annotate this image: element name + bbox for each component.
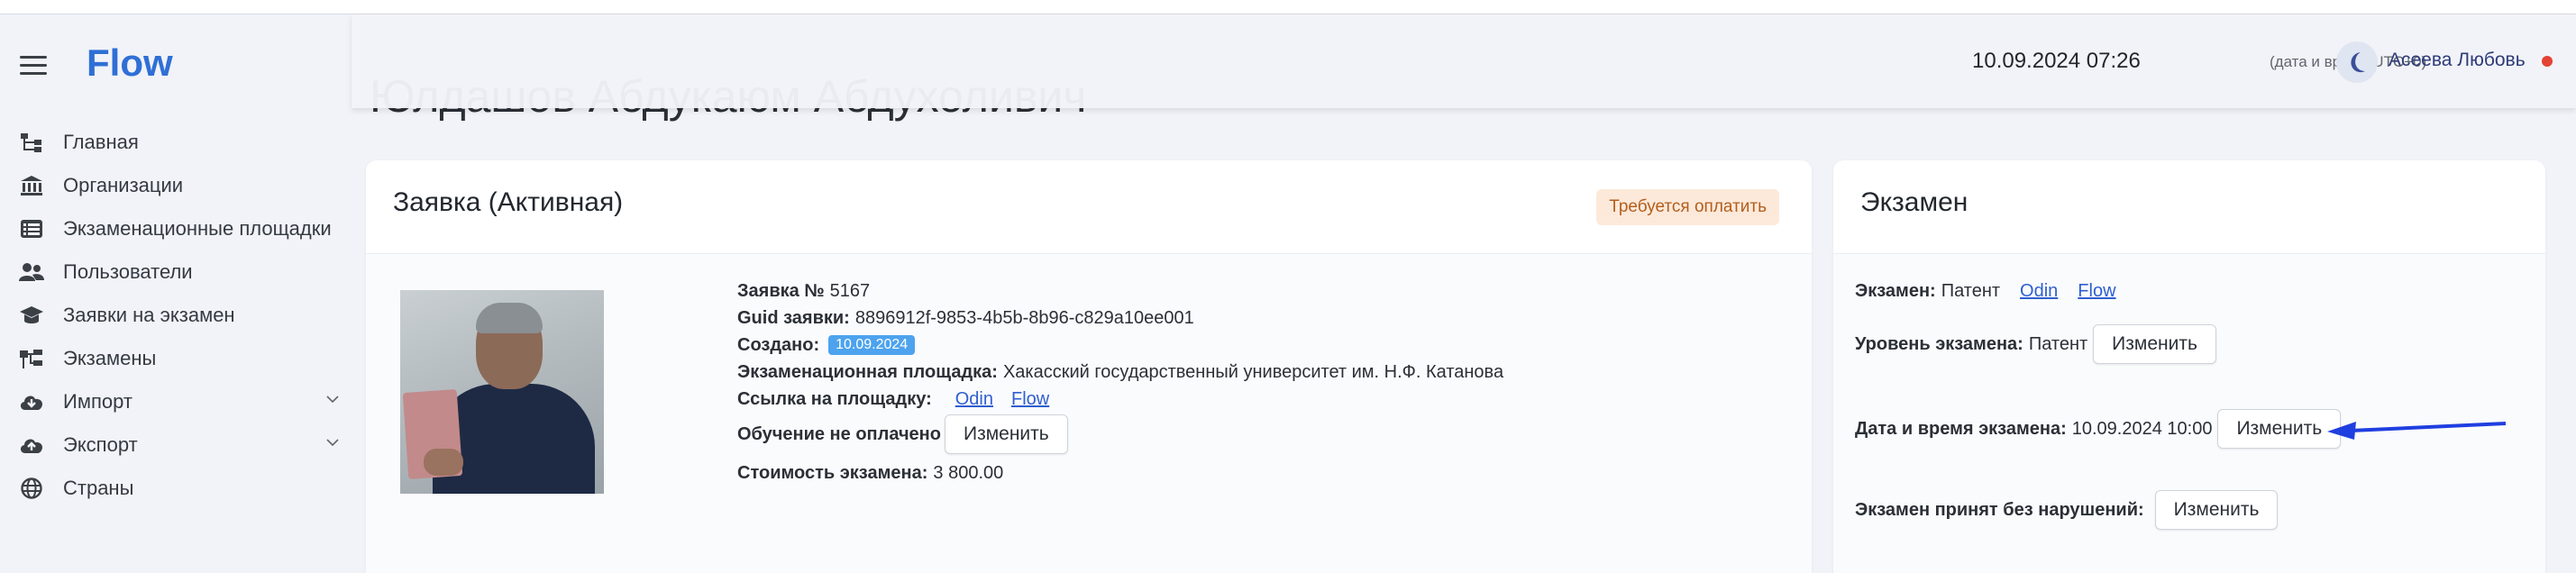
- sidebar-item-organizations[interactable]: Организации: [16, 164, 350, 207]
- label: Обучение не оплачено: [737, 423, 941, 444]
- cost-value: 3 800.00: [933, 462, 1004, 483]
- exam-site-row: Экзаменационная площадка: Хакасский госу…: [737, 359, 1503, 386]
- annotation-arrow-icon: [2327, 422, 2507, 440]
- sidebar-item-import[interactable]: Импорт: [16, 380, 350, 423]
- label: Создано:: [737, 334, 820, 355]
- change-level-button[interactable]: Изменить: [2093, 324, 2216, 364]
- label: Экзамен принят без нарушений:: [1855, 499, 2144, 520]
- exam-value: Патент: [1941, 281, 2001, 301]
- application-number: 5167: [829, 280, 871, 301]
- exam-datetime-row: Дата и время экзамена: 10.09.2024 10:00 …: [1855, 409, 2342, 449]
- application-info: Заявка № 5167 Guid заявки: 8896912f-9853…: [737, 277, 1503, 487]
- sidebar-item-exam-sites[interactable]: Экзаменационные площадки: [16, 207, 350, 250]
- window-top-strip: [0, 0, 2576, 14]
- label: Заявка №: [737, 280, 825, 301]
- exam-card-header: Экзамен: [1833, 160, 2545, 254]
- guid-row: Guid заявки: 8896912f-9853-4b5b-8b96-c82…: [737, 305, 1503, 332]
- exam-datetime-value: 10.09.2024 10:00: [2071, 418, 2213, 439]
- label: Ссылка на площадку:: [737, 388, 932, 409]
- exam-site-value: Хакасский государственный университет им…: [1002, 361, 1504, 382]
- created-date-badge: 10.09.2024: [828, 335, 916, 355]
- moon-icon: [2351, 52, 2365, 73]
- cloud-download-icon: [16, 390, 47, 414]
- sidebar-nav: Главная Организации Экзаменационные площ…: [16, 121, 350, 510]
- cost-row: Стоимость экзамена: 3 800.00: [737, 459, 1503, 487]
- sidebar-item-label: Организации: [63, 174, 184, 196]
- sidebar-item-users[interactable]: Пользователи: [16, 250, 350, 294]
- sidebar-item-label: Заявки на экзамен: [63, 304, 235, 326]
- sidebar-item-label: Экзаменационные площадки: [63, 217, 332, 240]
- sidebar-item-label: Пользователи: [63, 260, 193, 283]
- bank-icon: [16, 174, 47, 197]
- sidebar: Flow Главная Организации Экзаменационные…: [0, 14, 352, 573]
- app-logo[interactable]: Flow: [87, 41, 173, 85]
- sidebar-item-label: Главная: [63, 131, 139, 153]
- current-datetime: 10.09.2024 07:26: [1972, 49, 2141, 73]
- flow-link[interactable]: Flow: [1011, 389, 1049, 410]
- guid-value: 8896912f-9853-4b5b-8b96-c829a10ee001: [854, 307, 1194, 328]
- application-card: Заявка (Активная) Требуется оплатить Зая…: [366, 160, 1812, 573]
- top-header: 10.09.2024 07:26 (дата и время UTC+0) Ас…: [352, 14, 2576, 108]
- menu-icon[interactable]: [20, 56, 47, 76]
- change-accepted-button[interactable]: Изменить: [2154, 490, 2279, 530]
- sidebar-item-exams[interactable]: Экзамены: [16, 337, 350, 380]
- change-training-button[interactable]: Изменить: [944, 414, 1068, 454]
- theme-toggle-button[interactable]: [2336, 41, 2378, 83]
- user-name[interactable]: Асеева Любовь: [2389, 50, 2526, 71]
- training-row: Обучение не оплачено Изменить: [737, 413, 1503, 456]
- list-icon: [16, 217, 47, 241]
- exam-row: Экзамен: Патент Odin Flow: [1855, 281, 2116, 302]
- sidebar-item-label: Экспорт: [63, 433, 138, 456]
- flow-link[interactable]: Flow: [2078, 281, 2115, 302]
- sidebar-item-home[interactable]: Главная: [16, 121, 350, 164]
- change-datetime-button[interactable]: Изменить: [2217, 409, 2342, 449]
- label: Стоимость экзамена:: [737, 462, 928, 483]
- application-number-row: Заявка № 5167: [737, 277, 1503, 305]
- sidebar-item-label: Страны: [63, 477, 134, 499]
- sitemap-icon: [16, 347, 47, 370]
- graduation-icon: [16, 304, 47, 327]
- sidebar-item-label: Импорт: [63, 390, 132, 413]
- status-dot: [2542, 56, 2553, 67]
- odin-link[interactable]: Odin: [2020, 281, 2058, 302]
- status-badge: Требуется оплатить: [1596, 189, 1779, 225]
- label: Уровень экзамена:: [1855, 333, 2023, 354]
- globe-icon: [16, 477, 47, 500]
- exam-title: Экзамен: [1860, 187, 1969, 217]
- sidebar-item-label: Экзамены: [63, 347, 157, 369]
- application-title: Заявка (Активная): [393, 187, 624, 217]
- users-icon: [16, 260, 47, 284]
- odin-link[interactable]: Odin: [955, 389, 993, 410]
- application-card-header: Заявка (Активная) Требуется оплатить: [366, 160, 1812, 254]
- label: Дата и время экзамена:: [1855, 418, 2067, 439]
- label: Экзамен:: [1855, 281, 1936, 301]
- site-link-row: Ссылка на площадку: Odin Flow: [737, 386, 1503, 413]
- tree-icon: [16, 131, 47, 154]
- sidebar-item-exam-applications[interactable]: Заявки на экзамен: [16, 294, 350, 337]
- sidebar-item-countries[interactable]: Страны: [16, 467, 350, 510]
- exam-level-value: Патент: [2028, 333, 2088, 354]
- exam-card: Экзамен Экзамен: Патент Odin Flow Уровен…: [1833, 160, 2545, 573]
- label: Экзаменационная площадка:: [737, 361, 998, 382]
- created-row: Создано: 10.09.2024: [737, 332, 1503, 359]
- applicant-photo: [400, 290, 604, 494]
- sidebar-item-export[interactable]: Экспорт: [16, 423, 350, 467]
- chevron-down-icon[interactable]: [326, 393, 339, 405]
- cloud-upload-icon: [16, 433, 47, 457]
- chevron-down-icon[interactable]: [326, 436, 339, 449]
- exam-level-row: Уровень экзамена: Патент Изменить: [1855, 324, 2216, 364]
- label: Guid заявки:: [737, 307, 850, 328]
- exam-accepted-row: Экзамен принят без нарушений: Изменить: [1855, 490, 2279, 530]
